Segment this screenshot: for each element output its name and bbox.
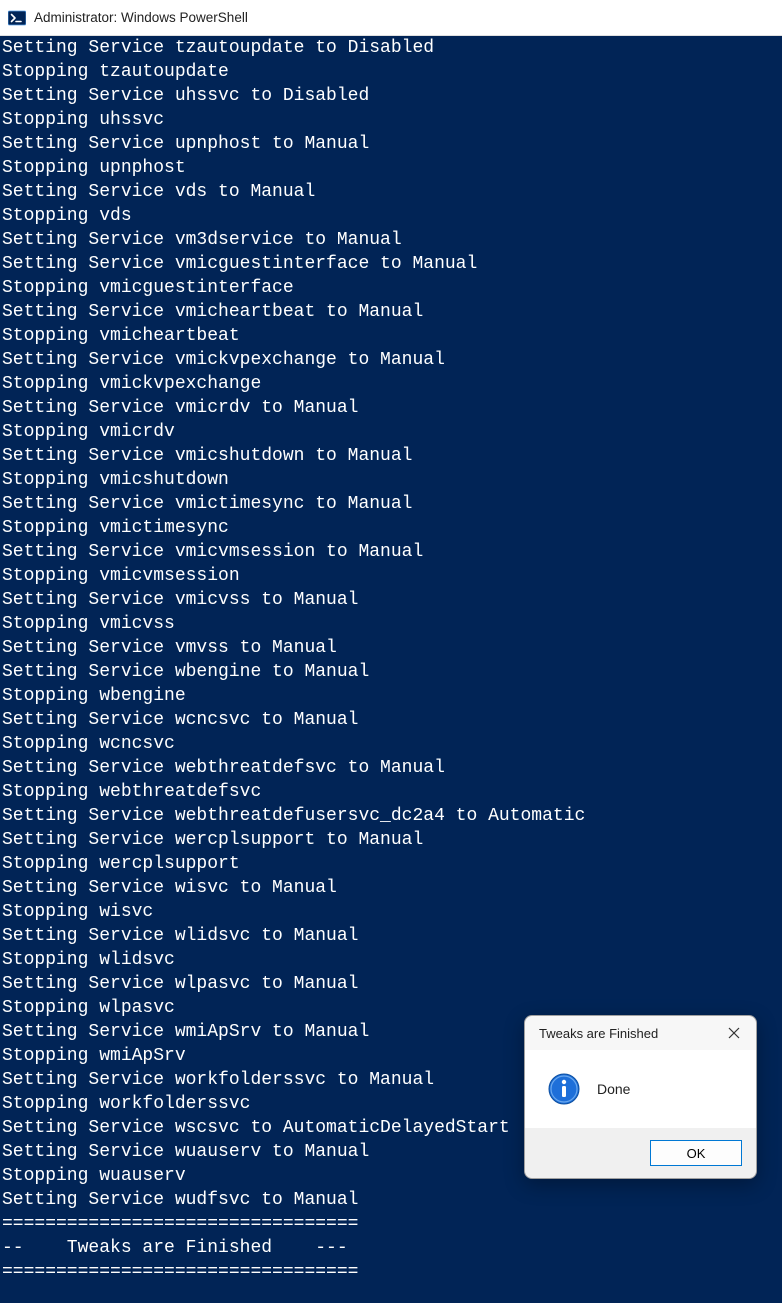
dialog-footer: OK <box>525 1128 756 1178</box>
console-line: Stopping wisvc <box>2 900 780 924</box>
console-line: Setting Service vmicrdv to Manual <box>2 396 780 420</box>
console-line: Stopping vmicvss <box>2 612 780 636</box>
console-line: Setting Service vmicvmsession to Manual <box>2 540 780 564</box>
console-line: Stopping vmicrdv <box>2 420 780 444</box>
console-line: Stopping wbengine <box>2 684 780 708</box>
console-line: Setting Service wcncsvc to Manual <box>2 708 780 732</box>
info-icon <box>547 1072 581 1106</box>
console-line: Stopping vmicvmsession <box>2 564 780 588</box>
window-title: Administrator: Windows PowerShell <box>34 10 248 25</box>
console-line: Setting Service tzautoupdate to Disabled <box>2 36 780 60</box>
dialog-title: Tweaks are Finished <box>539 1026 658 1041</box>
console-line: Setting Service vmicheartbeat to Manual <box>2 300 780 324</box>
console-line: Setting Service wercplsupport to Manual <box>2 828 780 852</box>
console-line: Stopping vmicheartbeat <box>2 324 780 348</box>
console-line: Setting Service webthreatdefsvc to Manua… <box>2 756 780 780</box>
console-line: Setting Service vmicvss to Manual <box>2 588 780 612</box>
console-line: Setting Service uhssvc to Disabled <box>2 84 780 108</box>
console-line: Setting Service wisvc to Manual <box>2 876 780 900</box>
console-line: -- Tweaks are Finished --- <box>2 1236 780 1260</box>
console-line: Stopping wcncsvc <box>2 732 780 756</box>
console-line: Stopping vds <box>2 204 780 228</box>
powershell-icon <box>8 9 26 27</box>
console-line: Setting Service vmickvpexchange to Manua… <box>2 348 780 372</box>
close-icon[interactable] <box>724 1023 744 1043</box>
dialog-body: Done <box>525 1050 756 1128</box>
console-line: Setting Service vmvss to Manual <box>2 636 780 660</box>
console-line: Setting Service wbengine to Manual <box>2 660 780 684</box>
console-line: Setting Service upnphost to Manual <box>2 132 780 156</box>
console-line: Stopping vmickvpexchange <box>2 372 780 396</box>
console-line: Stopping webthreatdefsvc <box>2 780 780 804</box>
message-dialog: Tweaks are Finished Done OK <box>524 1015 757 1179</box>
dialog-titlebar[interactable]: Tweaks are Finished <box>525 1016 756 1050</box>
console-line: Stopping vmictimesync <box>2 516 780 540</box>
console-line: Setting Service vmicshutdown to Manual <box>2 444 780 468</box>
dialog-message: Done <box>597 1081 630 1097</box>
console-line: ================================= <box>2 1260 780 1284</box>
console-line: ================================= <box>2 1212 780 1236</box>
console-line: Stopping tzautoupdate <box>2 60 780 84</box>
console-line: Setting Service vmictimesync to Manual <box>2 492 780 516</box>
console-line: Stopping vmicguestinterface <box>2 276 780 300</box>
console-line: Stopping wercplsupport <box>2 852 780 876</box>
console-line: Stopping uhssvc <box>2 108 780 132</box>
console-line: Setting Service vm3dservice to Manual <box>2 228 780 252</box>
console-line: Setting Service wudfsvc to Manual <box>2 1188 780 1212</box>
console-line: Setting Service webthreatdefusersvc_dc2a… <box>2 804 780 828</box>
console-line: Setting Service vmicguestinterface to Ma… <box>2 252 780 276</box>
console-line: Setting Service wlpasvc to Manual <box>2 972 780 996</box>
console-line: Stopping wlidsvc <box>2 948 780 972</box>
ok-button[interactable]: OK <box>650 1140 742 1166</box>
console-line: Setting Service vds to Manual <box>2 180 780 204</box>
console-line: Stopping vmicshutdown <box>2 468 780 492</box>
console-line: Stopping upnphost <box>2 156 780 180</box>
console-line: Setting Service wlidsvc to Manual <box>2 924 780 948</box>
window-titlebar: Administrator: Windows PowerShell <box>0 0 782 36</box>
